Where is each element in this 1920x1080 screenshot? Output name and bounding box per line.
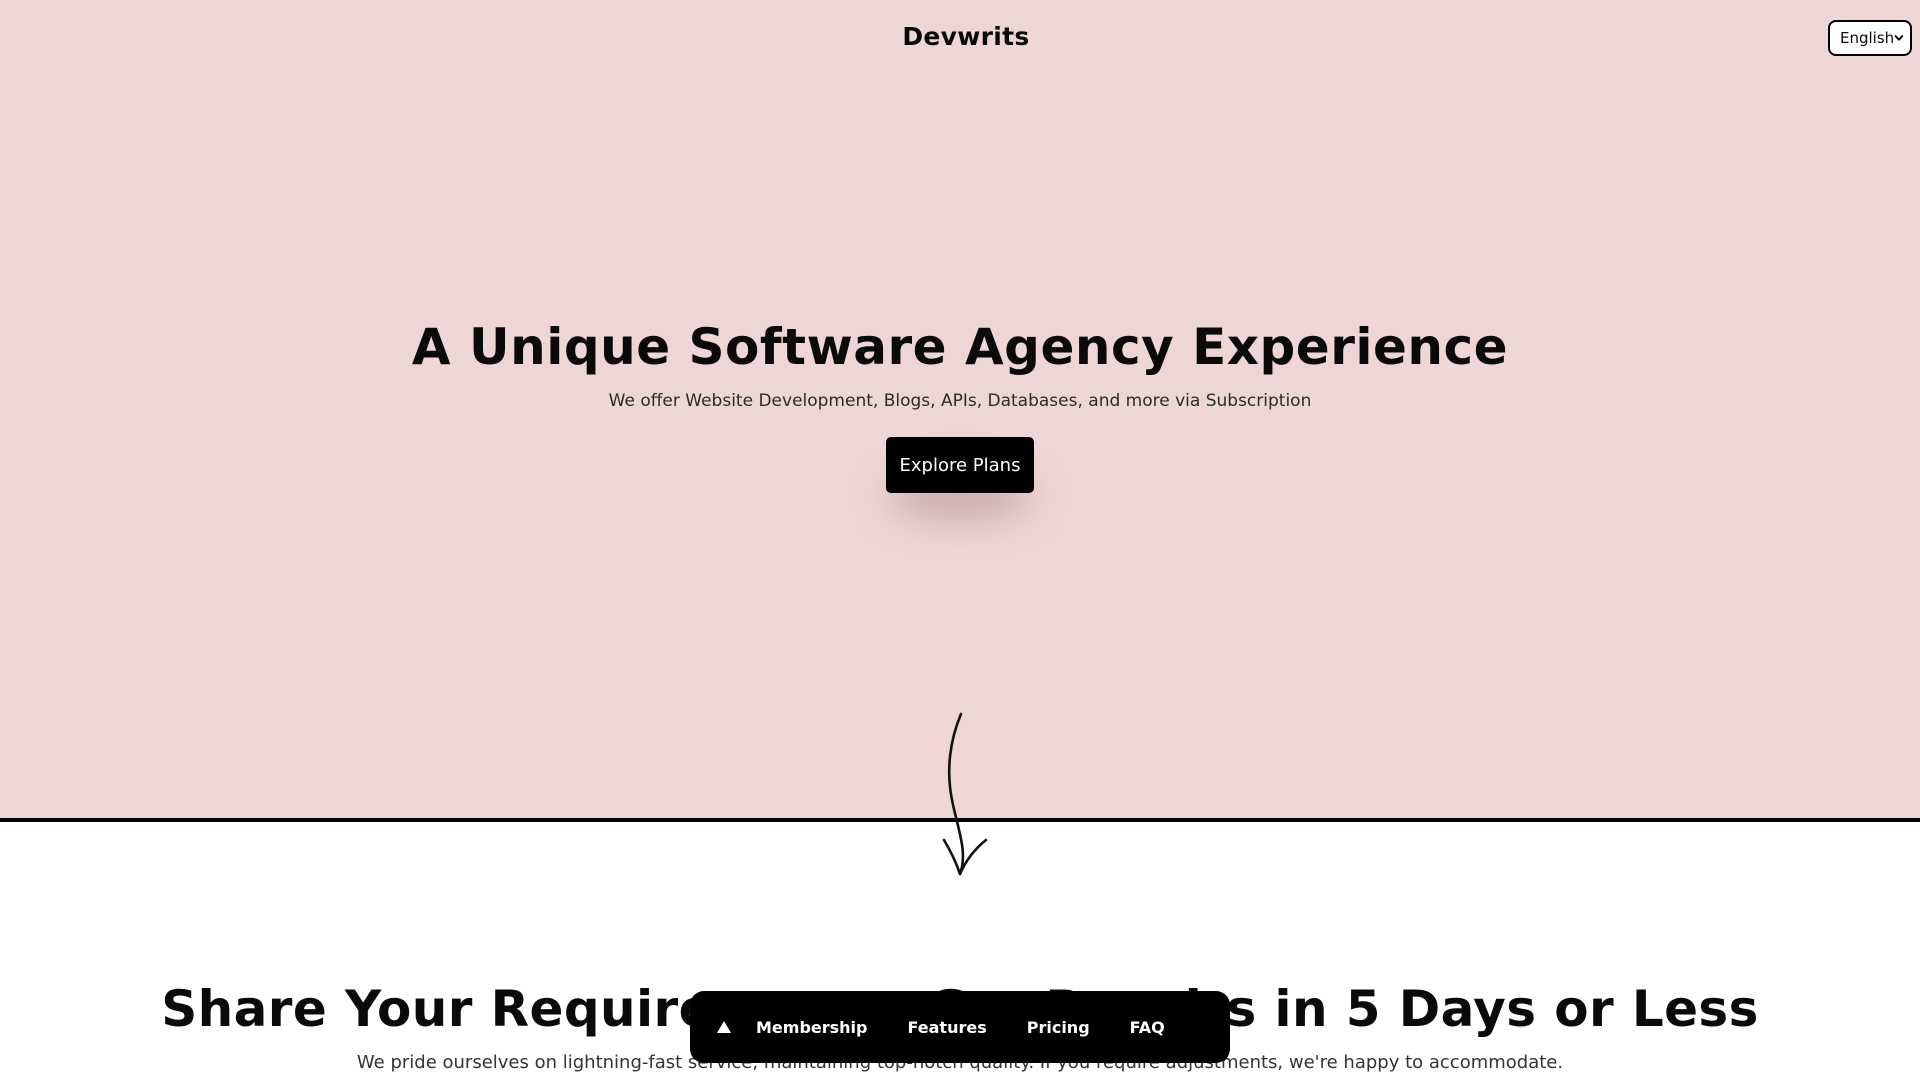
nav-link-pricing[interactable]: Pricing (1027, 1018, 1090, 1037)
explore-plans-button[interactable]: Explore Plans (886, 437, 1034, 493)
hero-subtitle: We offer Website Development, Blogs, API… (608, 391, 1312, 411)
language-select[interactable]: English (1828, 20, 1912, 56)
triangle-up-icon[interactable] (716, 1020, 732, 1034)
hero-section: Devwrits English A Unique Software Agenc… (0, 0, 1920, 822)
chevron-down-icon (1894, 35, 1904, 41)
bottom-nav-bar: Membership Features Pricing FAQ (690, 991, 1230, 1063)
nav-link-features[interactable]: Features (908, 1018, 987, 1037)
nav-link-faq[interactable]: FAQ (1130, 1018, 1165, 1037)
hand-drawn-arrow-icon (942, 712, 988, 876)
brand-logo[interactable]: Devwrits (0, 22, 1920, 51)
nav-link-membership[interactable]: Membership (756, 1018, 868, 1037)
hero-title: A Unique Software Agency Experience (411, 318, 1509, 376)
language-select-value: English (1840, 29, 1895, 47)
